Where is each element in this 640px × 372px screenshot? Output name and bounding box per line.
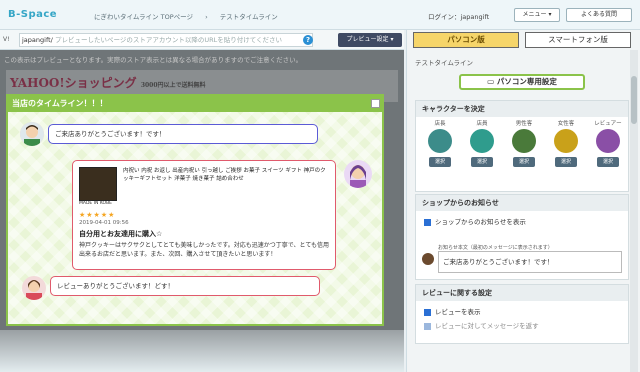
breadcrumb-top[interactable]: にぎわいタイムライン TOPページ [94,13,193,21]
show-review-label: レビューを表示 [435,308,481,316]
url-bar: V! japangift/ プレビューしたいページのストアアカウント以降のURL… [0,30,404,50]
breadcrumb-sep: › [205,13,208,21]
reply-bubble: レビューありがとうございます！どす！ [50,276,320,296]
char-male-customer: 男性客 選択 [504,119,544,167]
top-bar: B-Space にぎわいタイムライン TOPページ › テストタイムライン ログ… [0,0,640,30]
character-header[interactable]: キャラクターを決定 [416,101,628,117]
staff-face-icon [470,129,494,153]
male-face-icon [512,129,536,153]
greeting-bubble: ご来店ありがとうございます！です！ [48,124,318,144]
preview-fade [0,330,404,372]
store-logo: YAHOO!ショッピング 3000円以上で送料無料 [10,74,206,91]
url-prefix: V! [3,36,10,43]
select-button[interactable]: 選択 [597,157,619,167]
checkbox-icon[interactable] [424,308,431,316]
review-settings-header[interactable]: レビューに関する設定 [416,285,628,301]
pc-settings-heading: ▭ パソコン専用設定 [459,74,585,90]
char-caption: レビュアー [594,121,622,127]
scroll-thumb[interactable] [631,76,637,124]
char-caption: 男性客 [515,121,533,127]
greeting-text: ご来店ありがとうございます！です！ [55,130,166,138]
product-title[interactable]: 内祝い 内祝 お返し 出産内祝い 引っ越し ご挨拶 お菓子 スイーツ ギフト 神… [123,167,329,183]
app-logo[interactable]: B-Space [8,9,57,20]
help-icon[interactable]: ? [303,35,313,45]
breadcrumb: にぎわいタイムライン TOPページ › テストタイムライン [94,11,288,21]
pc-head-label: パソコン専用設定 [496,77,557,86]
select-button[interactable]: 選択 [513,157,535,167]
review-date: 2019-04-01 09:56 [79,220,129,226]
female-face-icon [554,129,578,153]
yahoo-logo-text: YAHOO!ショッピング [10,76,137,90]
news-body-label: お知らせ本文（最初のメッセージに表示されます） [438,245,553,251]
login-status: ログイン：japangift [428,13,490,21]
char-caption: 店長 [434,121,446,127]
preview-url-input[interactable]: japangift/ プレビューしたいページのストアアカウント以降のURLを貼り… [19,33,313,47]
char-staff: 店員 選択 [462,119,502,167]
settings-sidebar: パソコン版 スマートフォン版 テストタイムライン ▭ パソコン専用設定 キャラク… [406,30,640,372]
yahoo-sub-text: 3000円以上で送料無料 [140,82,206,89]
monitor-icon: ▭ [487,77,497,86]
character-panel: キャラクターを決定 店長選択 店員選択 男性客選択 女性客選択 レビュアー選択 [415,100,629,192]
char-manager: 店長 選択 [420,119,460,167]
checkbox-icon[interactable] [424,218,431,226]
char-reviewer: レビュアー 選択 [588,119,628,167]
shop-staff-avatar [22,276,46,300]
news-body-textarea[interactable]: ご来店ありがとうございます！です！ [438,251,622,273]
char-female-customer: 女性客 選択 [546,119,586,167]
select-button[interactable]: 選択 [429,157,451,167]
char-caption: 店員 [476,121,488,127]
char-caption: 女性客 [557,121,575,127]
manager-mini-icon [422,253,434,265]
staff-icon [22,276,46,300]
modal-title: 当店のタイムライン！！！ [8,96,382,112]
checkbox-icon[interactable] [424,322,431,330]
shop-manager-avatar [20,122,44,146]
reviewer-face-icon [596,129,620,153]
manager-icon [20,122,44,146]
review-body: 神戸クッキーはサクサクとしてとても美味しかったです。対応も迅速かつ丁寧で、とても… [79,242,330,258]
review-title: 自分用とお友達用に購入☆ [79,230,163,238]
review-bubble: MADE IN KOBE 内祝い 内祝 お返し 出産内祝い 引っ越し ご挨拶 お… [72,160,336,270]
breadcrumb-current: テストタイムライン [219,13,278,21]
product-image[interactable] [79,167,117,201]
select-button[interactable]: 選択 [555,157,577,167]
url-store: japangift/ [22,36,53,44]
reviewer-avatar [344,160,372,188]
url-placeholder: プレビューしたいページのストアアカウント以降のURLを貼り付けてください [54,36,283,44]
preview-notice: この表示はプレビューとなります。実際のストア表示とは異なる場合がありますのでご注… [4,56,303,64]
show-review-checkbox[interactable]: レビューを表示 [424,306,481,316]
reviewer-icon [344,160,372,188]
preview-settings-button[interactable]: プレビュー設定 ▾ [338,33,402,47]
timeline-name: テストタイムライン [415,59,474,67]
reply-text: レビューありがとうございます！どす！ [57,282,174,290]
reply-review-checkbox[interactable]: レビューに対してメッセージを返す [424,320,539,330]
shop-news-checkbox[interactable]: ショップからのお知らせを表示 [424,216,526,226]
select-button[interactable]: 選択 [471,157,493,167]
product-caption: MADE IN KOBE [79,201,113,206]
menu-button[interactable]: メニュー ▾ [514,8,560,22]
manager-face-icon [428,129,452,153]
sidebar-scrollbar[interactable] [630,50,638,372]
review-settings-panel: レビューに関する設定 レビューを表示 レビューに対してメッセージを返す [415,284,629,344]
tab-pc[interactable]: パソコン版 [413,32,519,48]
tab-smartphone[interactable]: スマートフォン版 [525,32,631,48]
shop-news-panel: ショップからのお知らせ ショップからのお知らせを表示 お知らせ本文（最初のメッセ… [415,194,629,280]
rating-stars: ★★★★★ [79,211,116,219]
faq-button[interactable]: よくある質問 [566,8,632,22]
reply-review-label: レビューに対してメッセージを返す [435,322,539,330]
shop-news-checkbox-label: ショップからのお知らせを表示 [435,218,526,226]
shop-news-header[interactable]: ショップからのお知らせ [416,195,628,211]
close-icon[interactable] [371,99,380,108]
